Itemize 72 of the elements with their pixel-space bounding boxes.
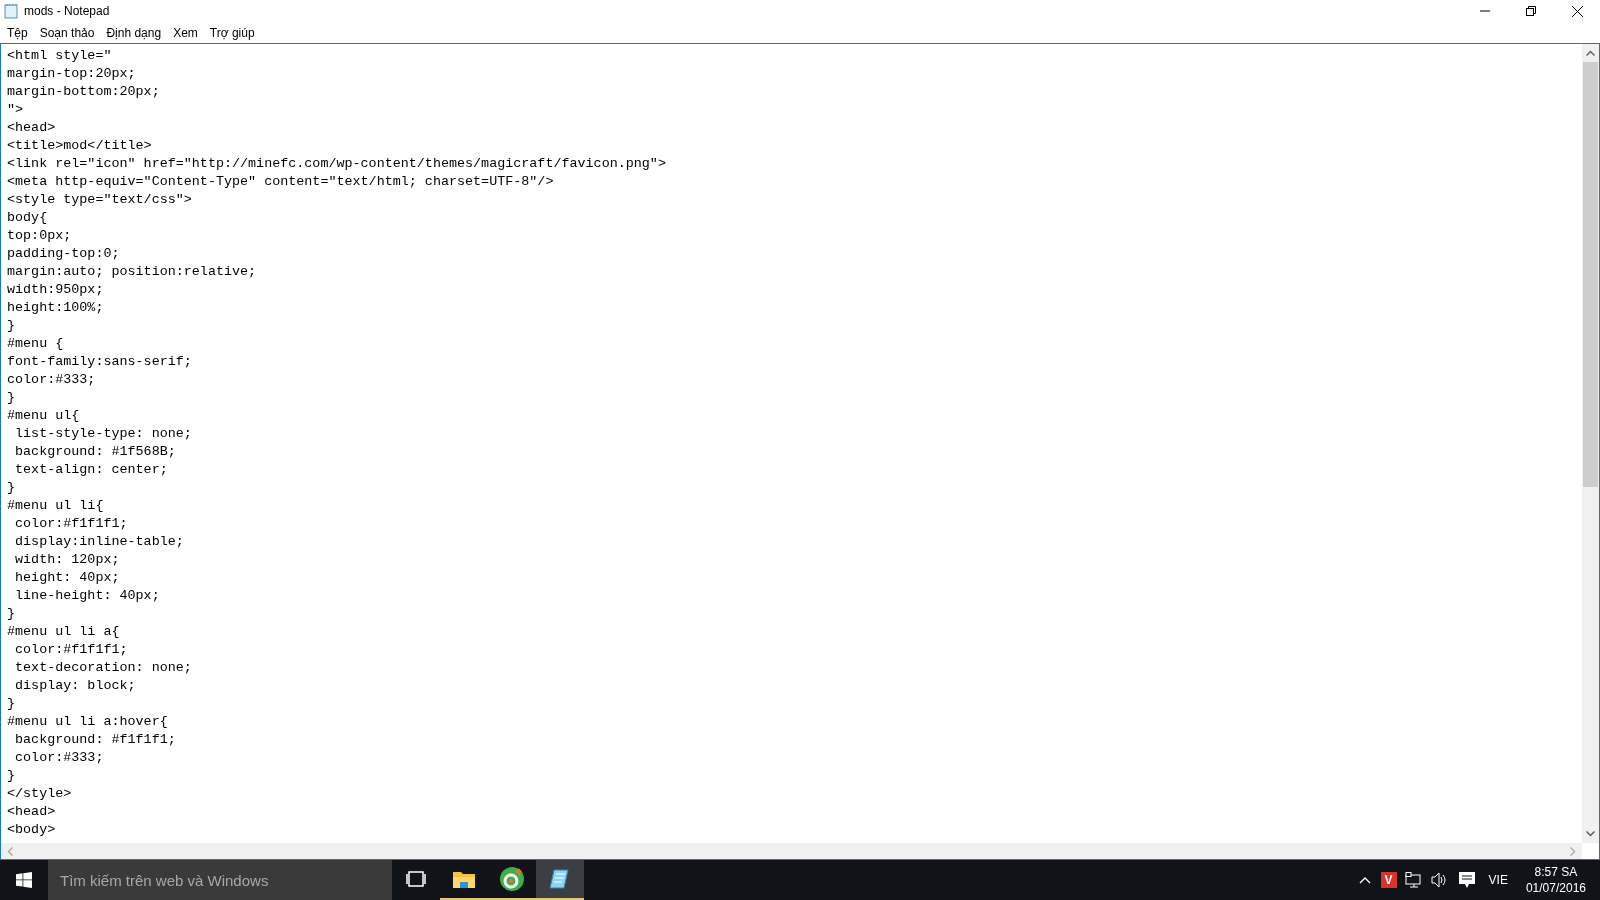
task-view-icon [406,871,426,887]
code-line: color:#333; [14,749,104,767]
code-line: height: 40px; [14,569,120,587]
code-line: text-decoration: none; [14,659,192,677]
code-line: color:#333; [7,371,96,389]
code-line: </style> [7,785,72,803]
code-line: } [7,317,16,335]
notepad-icon [548,867,572,891]
clock-date[interactable]: 01/07/2016 [1525,880,1586,896]
code-line: } [7,389,16,407]
chevron-up-icon[interactable] [1358,876,1371,884]
code-line: #menu { [7,335,64,353]
code-line: display: block; [14,677,136,695]
restore-icon [1526,6,1536,16]
code-line: #menu ul li{ [7,497,104,515]
code-line: <head> [7,119,56,137]
code-line: } [7,605,16,623]
code-line: width: 120px; [14,551,120,569]
code-line: height:100%; [7,299,104,317]
speaker-icon[interactable] [1430,872,1447,888]
code-line: #menu ul{ [7,407,80,425]
orb-icon [499,866,525,892]
antivirus-tray-icon[interactable]: V [1380,872,1397,888]
code-line: margin-bottom:20px; [7,83,160,101]
code-line: } [7,767,16,785]
notepad-icon [4,3,18,19]
network-icon[interactable] [1404,872,1423,888]
code-line: body{ [7,209,48,227]
menu-item[interactable]: Xem [167,22,204,43]
code-line: } [7,479,16,497]
menu-item[interactable]: Định dạng [100,22,168,43]
code-line: width:950px; [7,281,104,299]
code-line: margin-top:20px; [7,65,136,83]
scrollbar-thumb[interactable] [1583,62,1598,487]
clock-time[interactable]: 8:57 SA [1534,864,1578,880]
code-line: line-height: 40px; [14,587,160,605]
code-line: background: #1f568B; [14,443,176,461]
code-line: #menu ul li a:hover{ [7,713,168,731]
folder-icon [452,869,476,889]
menu-item[interactable]: Tệp [1,22,34,43]
code-line: list-style-type: none; [14,425,192,443]
code-line: <style type="text/css"> [7,191,192,209]
code-line: <meta http-equiv="Content-Type" content="text/html; charset=UTF-8"/> [7,173,554,191]
code-line: <body> [7,821,56,839]
menu-item[interactable]: Soạn thảo [33,22,101,43]
code-line: <link rel="icon" href="http://minefc.com/wp-content/themes/magicraft/favicon.png"> [7,155,666,173]
code-line: display:inline-table; [14,533,184,551]
code-line: <html style=" [7,47,112,65]
code-line: font-family:sans-serif; [7,353,192,371]
code-line: color:#f1f1f1; [14,515,128,533]
notification-icon[interactable] [1458,871,1475,889]
vertical-scrollbar[interactable] [1582,44,1599,843]
scroll-up-icon[interactable] [1586,50,1595,56]
code-line: "> [7,101,24,119]
language-indicator[interactable]: VIE [1488,871,1508,889]
taskbar-app[interactable] [536,860,584,900]
windows-logo-icon [16,872,32,888]
code-line: margin:auto; position:relative; [7,263,257,281]
search-field[interactable]: Tìm kiếm trên web và Windows [48,860,392,900]
code-line: background: #f1f1f1; [14,731,176,749]
code-line: } [7,695,16,713]
code-line: padding-top:0; [7,245,120,263]
code-line: <title>mod</title> [7,137,152,155]
code-line: text-align: center; [14,461,168,479]
code-line: #menu ul li a{ [7,623,120,641]
code-line: top:0px; [7,227,72,245]
menu-item[interactable]: Trợ giúp [203,22,261,43]
code-line: <head> [7,803,56,821]
close-icon [1571,5,1583,17]
scroll-down-icon[interactable] [1586,831,1595,837]
window-title: mods - Notepad [24,3,110,20]
code-line: color:#f1f1f1; [14,641,128,659]
